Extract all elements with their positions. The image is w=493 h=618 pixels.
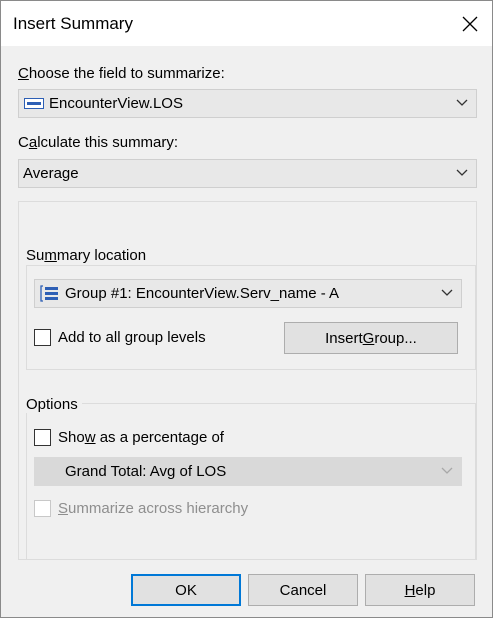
field-label: Choose the field to summarize:: [18, 65, 225, 82]
summary-combobox[interactable]: Average: [18, 159, 477, 188]
database-field-icon: [24, 98, 44, 109]
insert-summary-dialog: Insert Summary Choose the field to summa…: [0, 0, 493, 618]
chevron-down-icon: [441, 289, 453, 296]
summary-value: Average: [23, 165, 79, 182]
close-button[interactable]: [447, 1, 492, 46]
add-to-all-group-levels-label: Add to all group levels: [58, 329, 206, 346]
ok-button[interactable]: OK: [131, 574, 241, 606]
show-as-percentage-label: Show as a percentage of: [58, 429, 224, 446]
summary-location-legend: Summary location: [26, 247, 151, 264]
chevron-down-icon: [441, 467, 453, 474]
help-button[interactable]: Help: [365, 574, 475, 606]
insert-group-button[interactable]: Insert Group...: [284, 322, 458, 354]
chevron-down-icon: [456, 99, 468, 106]
summarize-across-hierarchy-checkbox[interactable]: [34, 500, 51, 517]
percentage-of-value: Grand Total: Avg of LOS: [65, 463, 227, 480]
chevron-down-icon: [456, 169, 468, 176]
summarize-across-hierarchy-label: Summarize across hierarchy: [58, 500, 249, 517]
cancel-button[interactable]: Cancel: [248, 574, 358, 606]
dialog-title: Insert Summary: [13, 14, 133, 33]
add-to-all-group-levels-checkbox[interactable]: [34, 329, 51, 346]
location-combobox[interactable]: Group #1: EncounterView.Serv_name - A: [34, 279, 462, 308]
summary-label: Calculate this summary:: [18, 134, 179, 151]
options-legend: Options: [26, 396, 82, 413]
close-icon: [462, 16, 477, 31]
location-value: Group #1: EncounterView.Serv_name - A: [65, 285, 340, 302]
field-value: EncounterView.LOS: [49, 95, 183, 112]
group-icon: [40, 285, 58, 302]
show-as-percentage-checkbox[interactable]: [34, 429, 51, 446]
title-bar: Insert Summary: [1, 1, 492, 46]
percentage-of-combobox[interactable]: Grand Total: Avg of LOS: [34, 457, 462, 486]
field-combobox[interactable]: EncounterView.LOS: [18, 89, 477, 118]
